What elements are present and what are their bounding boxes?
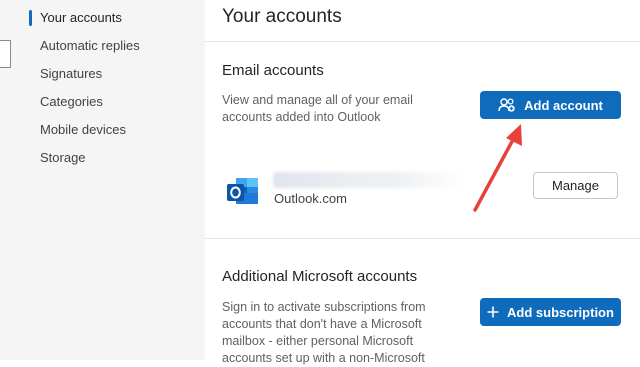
nav-item-mobile-devices[interactable]: Mobile devices [40, 121, 126, 139]
settings-nav: Your accounts Automatic replies Signatur… [0, 0, 205, 360]
redacted-email-address [273, 172, 463, 188]
title-divider [205, 41, 640, 42]
email-accounts-heading: Email accounts [222, 62, 324, 79]
account-domain: Outlook.com [274, 191, 347, 206]
add-subscription-label: Add subscription [507, 304, 614, 320]
add-account-label: Add account [524, 97, 603, 113]
additional-accounts-heading: Additional Microsoft accounts [222, 268, 418, 285]
page-title: Your accounts [222, 6, 342, 27]
nav-item-storage[interactable]: Storage [40, 149, 86, 167]
description-line: accounts that don't have a Microsoft [222, 317, 422, 331]
additional-accounts-description: Sign in to activate subscriptions from a… [222, 299, 426, 367]
active-nav-indicator [29, 10, 32, 26]
description-line: accounts added into Outlook [222, 110, 381, 124]
add-person-icon [498, 98, 516, 112]
email-accounts-description: View and manage all of your email accoun… [222, 92, 413, 126]
manage-account-button[interactable]: Manage [533, 172, 618, 199]
outlook-logo-icon [226, 175, 261, 209]
nav-item-automatic-replies[interactable]: Automatic replies [40, 37, 140, 55]
nav-item-categories[interactable]: Categories [40, 93, 103, 111]
add-subscription-button[interactable]: Add subscription [480, 298, 621, 326]
description-line: accounts set up with a non-Microsoft [222, 351, 425, 365]
plus-icon [487, 306, 499, 318]
add-account-button[interactable]: Add account [480, 91, 621, 119]
nav-item-your-accounts[interactable]: Your accounts [40, 9, 122, 27]
description-line: mailbox - either personal Microsoft [222, 334, 414, 348]
collapsed-panel-edge[interactable] [0, 40, 11, 68]
settings-main-panel: Your accounts Email accounts View and ma… [205, 0, 640, 365]
section-divider [205, 238, 640, 239]
description-line: View and manage all of your email [222, 93, 413, 107]
description-line: Sign in to activate subscriptions from [222, 300, 426, 314]
nav-item-signatures[interactable]: Signatures [40, 65, 102, 83]
